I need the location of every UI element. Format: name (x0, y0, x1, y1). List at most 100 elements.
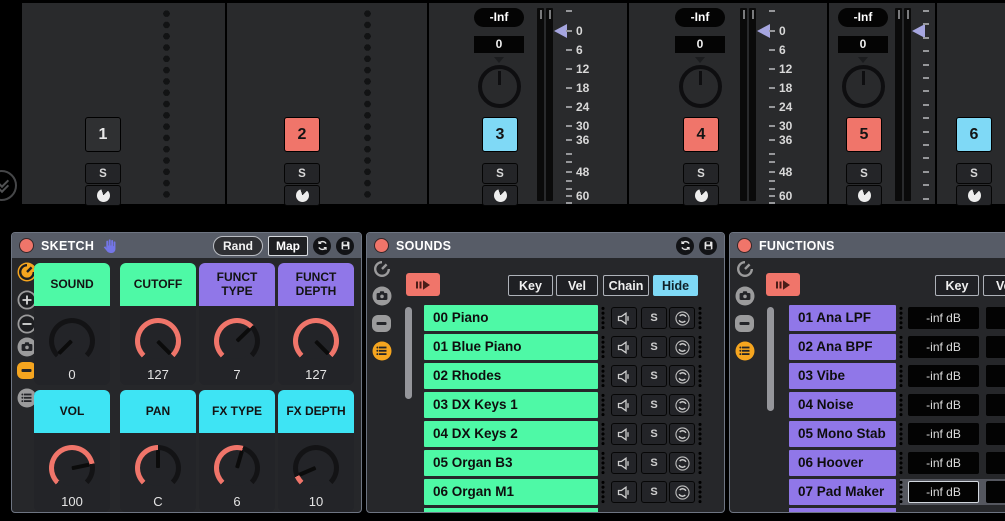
chain-row-name[interactable]: 03 Vibe (789, 363, 896, 389)
track-value-box[interactable]: 0 (838, 36, 888, 53)
solo-button[interactable]: S (482, 163, 518, 184)
solo-button[interactable]: S (284, 163, 320, 184)
chain-solo-button[interactable]: S (641, 336, 667, 358)
cue-button[interactable] (284, 185, 320, 206)
sidebar-macro-knob-icon[interactable] (371, 258, 392, 279)
track-activator-button[interactable]: 3 (482, 117, 518, 152)
track-activator-button[interactable]: 4 (683, 117, 719, 152)
chain-pan-box[interactable] (986, 336, 1005, 358)
chain-row-name[interactable]: 01 Blue Piano (424, 334, 598, 360)
track-activator-button[interactable]: 6 (956, 117, 992, 152)
save-preset-icon[interactable] (336, 236, 354, 255)
chain-solo-button[interactable]: S (641, 307, 667, 329)
cue-button[interactable] (683, 185, 719, 206)
track-volume-readout[interactable]: -Inf (838, 8, 888, 27)
chain-hot-swap-button[interactable] (669, 481, 695, 503)
chain-solo-button[interactable]: S (641, 452, 667, 474)
macro-knob[interactable] (214, 318, 260, 364)
tab-key[interactable]: Key (935, 275, 979, 296)
chain-hot-swap-button[interactable] (669, 452, 695, 474)
chain-volume-box[interactable]: -inf dB (908, 365, 979, 387)
cue-button[interactable] (482, 185, 518, 206)
track-value-box[interactable]: 0 (675, 36, 725, 53)
chain-mute-button[interactable] (611, 365, 637, 387)
device-activator-button[interactable] (374, 238, 389, 253)
chain-row-name[interactable]: 01 Ana LPF (789, 305, 896, 331)
chain-solo-button[interactable]: S (641, 394, 667, 416)
macro-knob[interactable] (214, 445, 260, 491)
solo-button[interactable]: S (85, 163, 121, 184)
track-volume-readout[interactable]: -Inf (474, 8, 524, 27)
tab-vel[interactable]: Vel (556, 275, 598, 296)
pan-knob[interactable] (477, 65, 521, 108)
macro-knob[interactable] (135, 445, 181, 491)
rand-button[interactable]: Rand (213, 235, 263, 256)
chain-row-name[interactable]: 03 DX Keys 1 (424, 392, 598, 418)
chain-hot-swap-button[interactable] (669, 307, 695, 329)
cue-button[interactable] (956, 185, 992, 206)
map-button[interactable]: Map (268, 235, 308, 256)
solo-button[interactable]: S (956, 163, 992, 184)
macro-knob[interactable] (135, 318, 181, 364)
hot-swap-icon[interactable] (676, 236, 694, 255)
chain-row-name[interactable]: 06 Hoover (789, 450, 896, 476)
chain-pan-box[interactable] (986, 365, 1005, 387)
solo-button[interactable]: S (683, 163, 719, 184)
macro-knob[interactable] (49, 318, 95, 364)
chain-row-name[interactable]: 02 Ana BPF (789, 334, 896, 360)
device-activator-button[interactable] (19, 238, 34, 253)
chain-row-name[interactable]: 00 Piano (424, 305, 598, 331)
chain-scrollbar[interactable] (767, 307, 774, 411)
cue-button[interactable] (85, 185, 121, 206)
solo-button[interactable]: S (846, 163, 882, 184)
chain-pan-box[interactable] (986, 307, 1005, 329)
track-activator-button[interactable]: 2 (284, 117, 320, 152)
chain-pan-box[interactable] (986, 423, 1005, 445)
chain-row-name[interactable]: 05 Organ B3 (424, 450, 598, 476)
auto-select-button[interactable] (766, 273, 800, 296)
macro-knob[interactable] (293, 318, 339, 364)
sidebar-macro-knob-icon[interactable] (734, 258, 755, 279)
chain-pan-box[interactable] (986, 481, 1005, 503)
chain-solo-button[interactable]: S (641, 423, 667, 445)
cue-button[interactable] (846, 185, 882, 206)
chain-row-name[interactable]: 06 Organ M1 (424, 479, 598, 505)
chain-volume-box[interactable]: -inf dB (908, 307, 979, 329)
chain-volume-box[interactable]: -inf dB (908, 452, 979, 474)
sidebar-variations-camera-icon[interactable] (734, 285, 755, 306)
chain-mute-button[interactable] (611, 423, 637, 445)
chain-mute-button[interactable] (611, 307, 637, 329)
chain-hot-swap-button[interactable] (669, 365, 695, 387)
sidebar-devices-icon[interactable] (371, 313, 392, 334)
chain-scrollbar[interactable] (405, 307, 412, 399)
chain-solo-button[interactable]: S (641, 481, 667, 503)
chain-volume-box[interactable]: -inf dB (908, 481, 979, 503)
chain-row-name[interactable]: 02 Rhodes (424, 363, 598, 389)
macro-knob[interactable] (293, 445, 339, 491)
sidebar-variations-camera-icon[interactable] (371, 285, 392, 306)
pan-knob[interactable] (678, 65, 722, 108)
collapse-chevron-icon[interactable] (0, 170, 17, 201)
chain-pan-box[interactable] (986, 394, 1005, 416)
chain-pan-box[interactable] (986, 452, 1005, 474)
sidebar-chain-list-icon[interactable] (371, 340, 392, 361)
sidebar-devices-icon[interactable] (734, 313, 755, 334)
chain-solo-button[interactable]: S (641, 365, 667, 387)
tab-hide[interactable]: Hide (653, 275, 698, 296)
chain-mute-button[interactable] (611, 336, 637, 358)
auto-select-button[interactable] (406, 273, 440, 296)
chain-hot-swap-button[interactable] (669, 423, 695, 445)
save-preset-icon[interactable] (699, 236, 717, 255)
chain-mute-button[interactable] (611, 481, 637, 503)
hot-swap-icon[interactable] (313, 236, 331, 255)
chain-mute-button[interactable] (611, 452, 637, 474)
tab-key[interactable]: Key (508, 275, 553, 296)
chain-hot-swap-button[interactable] (669, 394, 695, 416)
chain-volume-box[interactable]: -inf dB (908, 394, 979, 416)
device-activator-button[interactable] (737, 238, 752, 253)
chain-volume-box[interactable]: -inf dB (908, 336, 979, 358)
chain-row-name[interactable]: 05 Mono Stab (789, 421, 896, 447)
track-activator-button[interactable]: 5 (846, 117, 882, 152)
chain-row-name[interactable]: 04 DX Keys 2 (424, 421, 598, 447)
tab-vel[interactable]: Vel (983, 275, 1005, 296)
